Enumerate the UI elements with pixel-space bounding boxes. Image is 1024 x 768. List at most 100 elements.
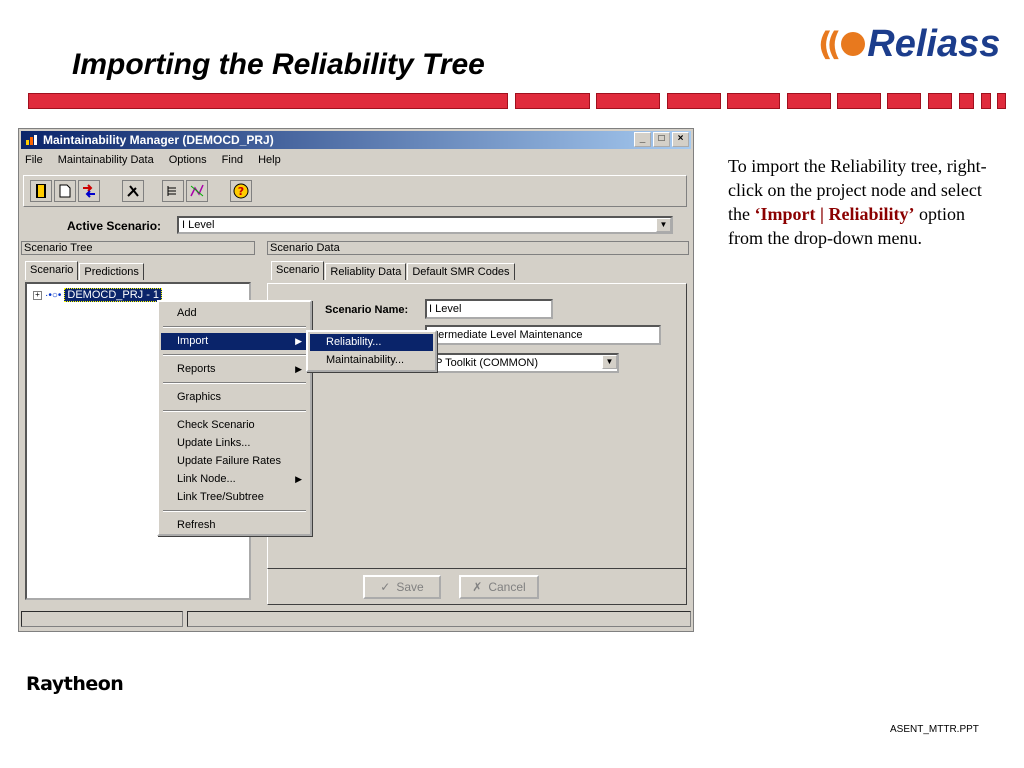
bar-segment [928,93,952,109]
menu-file[interactable]: File [23,153,45,167]
menu-options[interactable]: Options [167,153,209,167]
cancel-icon: ✗ [472,580,483,594]
scenario-tree-tabs: Scenario Predictions [25,261,144,280]
minimize-button[interactable]: _ [634,132,651,147]
menu-item-update-failure-rates[interactable]: Update Failure Rates [161,453,308,470]
bar-segment [667,93,721,109]
cancel-label: Cancel [488,580,526,594]
logo-dot-icon [841,32,866,56]
menu-item-link-tree[interactable]: Link Tree/Subtree [161,489,308,506]
menu-find[interactable]: Find [220,153,245,167]
menu-separator [163,354,306,356]
tab-scenario[interactable]: Scenario [25,261,79,280]
menu-item-reports[interactable]: Reports ▶ [161,361,308,378]
bar-segment [515,93,590,109]
menu-item-import[interactable]: Import ▶ [161,333,308,350]
menu-item-reliability[interactable]: Reliability... [310,334,433,351]
window-titlebar[interactable]: Maintainability Manager (DEMOCD_PRJ) [21,131,691,149]
raytheon-logo: Raytheon [26,673,124,695]
submenu-arrow-icon: ▶ [295,474,302,484]
context-menu: Add Import ▶ Reports ▶ Graphics Check Sc… [157,300,312,536]
submenu-arrow-icon: ▶ [295,336,302,346]
window-controls: _ □ × [634,132,689,147]
tree-node-project[interactable]: + ·•○• DEMOCD_PRJ - 1 [33,288,163,302]
scenario-name-field[interactable]: I Level [425,299,553,319]
status-bar [21,611,691,627]
expand-icon[interactable]: + [33,290,42,300]
svg-text:?: ? [238,185,244,198]
cancel-button[interactable]: ✗ Cancel [459,575,539,599]
chart-icon[interactable] [186,180,208,202]
maximize-button[interactable]: □ [653,132,670,147]
scenario-description-field[interactable]: ntermediate Level Maintenance [425,325,661,345]
active-scenario-select[interactable]: I Level ▼ [177,216,673,234]
menu-separator [163,382,306,384]
bar-segment [727,93,780,109]
tree-node-label: DEMOCD_PRJ - 1 [64,288,163,302]
import-icon[interactable] [78,180,100,202]
menu-item-reports-label: Reports [177,363,216,375]
bar-segment [997,93,1006,109]
menu-bar: File Maintainability Data Options Find H… [23,153,283,167]
active-scenario-label: Active Scenario: [67,219,162,233]
menu-item-graphics[interactable]: Graphics [161,389,308,406]
menu-item-refresh[interactable]: Refresh [161,517,308,534]
tab-scenario-data[interactable]: Scenario [271,261,325,280]
bar-segment [959,93,974,109]
menu-item-link-node-label: Link Node... [177,473,236,485]
toolbar: ? [23,175,687,207]
submenu-arrow-icon: ▶ [295,364,302,374]
instruction-text: To import the Reliability tree, right-cl… [728,154,988,250]
menu-item-import-label: Import [177,335,209,347]
bar-segment [887,93,921,109]
maintainability-manager-window: Maintainability Manager (DEMOCD_PRJ) _ □… [18,128,694,632]
node-icon: ·•○• [45,289,62,301]
instruction-highlight: ‘Import | Reliability’ [754,204,915,224]
bar-segment [596,93,660,109]
active-scenario-value: I Level [182,219,215,231]
window-title: Maintainability Manager (DEMOCD_PRJ) [43,133,274,147]
bar-segment [837,93,881,109]
app-icon [26,135,37,145]
tab-default-smr-codes[interactable]: Default SMR Codes [407,263,515,280]
status-pane [187,611,691,627]
reliass-logo: (( Reliass [818,22,1000,66]
menu-item-maintainability[interactable]: Maintainability... [310,352,433,369]
exit-icon[interactable] [30,180,52,202]
scenario-data-tabs: Scenario Reliablity Data Default SMR Cod… [271,261,515,280]
list-icon[interactable] [162,180,184,202]
logo-arcs-icon: (( [818,25,841,63]
menu-help[interactable]: Help [256,153,283,167]
menu-separator [163,410,306,412]
help-icon[interactable]: ? [230,180,252,202]
footer-filename: ASENT_MTTR.PPT [890,724,979,735]
status-pane [21,611,183,627]
logo-wordmark: Reliass [867,22,1001,65]
scenario-name-label: Scenario Name: [325,304,409,316]
menu-separator [163,326,306,328]
toolkit-value: 7P Toolkit (COMMON) [429,357,539,369]
chevron-down-icon[interactable]: ▼ [656,218,671,232]
tab-reliability-data[interactable]: Reliablity Data [325,263,407,280]
bar-segment [981,93,991,109]
tools-icon[interactable] [122,180,144,202]
chevron-down-icon[interactable]: ▼ [602,355,617,369]
bar-segment [787,93,831,109]
save-label: Save [396,580,424,594]
toolkit-select[interactable]: 7P Toolkit (COMMON) ▼ [425,353,619,373]
close-button[interactable]: × [672,132,689,147]
menu-item-update-links[interactable]: Update Links... [161,435,308,452]
menu-item-add[interactable]: Add [161,305,308,322]
tab-predictions[interactable]: Predictions [79,263,144,280]
save-button[interactable]: ✓ Save [363,575,441,599]
menu-item-check-scenario[interactable]: Check Scenario [161,417,308,434]
scenario-data-header: Scenario Data [267,241,689,255]
menu-separator [163,510,306,512]
new-icon[interactable] [54,180,76,202]
menu-maintainability-data[interactable]: Maintainability Data [56,153,156,167]
bar-segment [28,93,508,109]
import-submenu: Reliability... Maintainability... [306,330,437,372]
check-icon: ✓ [380,580,391,594]
slide-title: Importing the Reliability Tree [72,48,485,81]
menu-item-link-node[interactable]: Link Node... ▶ [161,471,308,488]
